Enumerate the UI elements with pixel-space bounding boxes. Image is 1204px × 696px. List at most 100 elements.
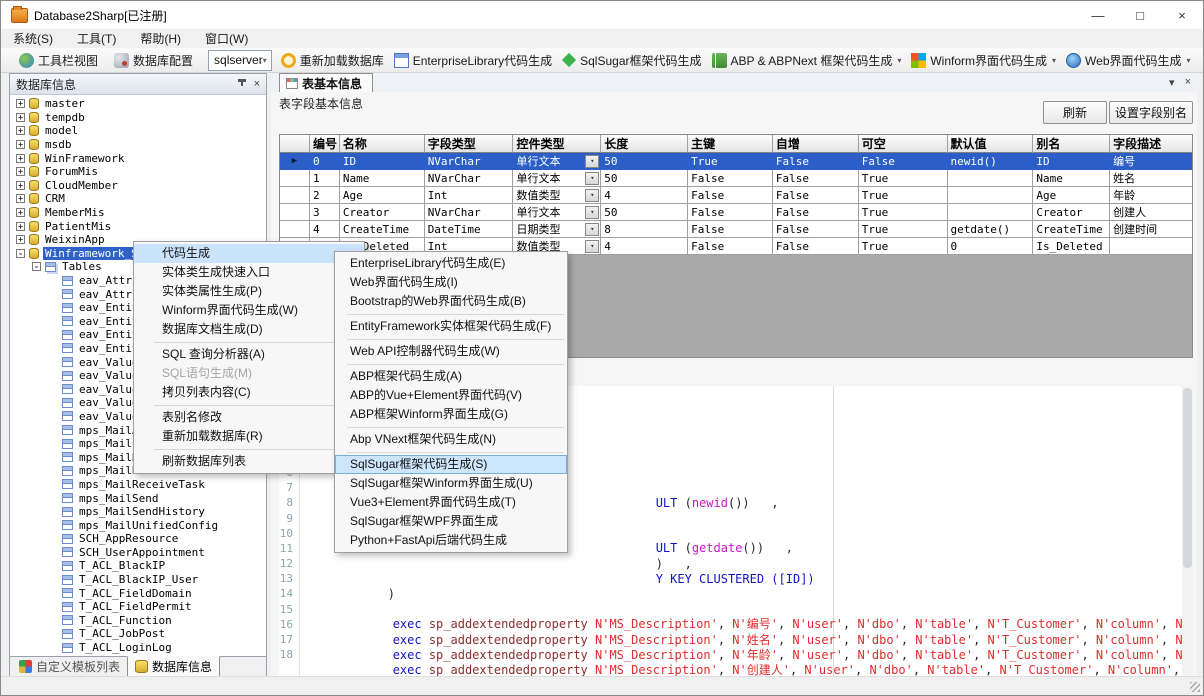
cell-control-type[interactable]: 单行文本 ▾	[513, 204, 601, 221]
menu-item[interactable]: 实体类属性生成(P)	[134, 282, 364, 301]
tree-item[interactable]: mps_MailSendHistory	[10, 505, 266, 519]
menu-item[interactable]: 拷贝列表内容(C)	[134, 383, 364, 402]
cell-field-type[interactable]: NVarChar	[425, 170, 514, 187]
cell-description[interactable]: 创建人	[1110, 204, 1192, 221]
tree-item[interactable]: + CloudMember	[10, 179, 266, 193]
tree-expander[interactable]: +	[16, 154, 25, 163]
menu-item[interactable]: 代码生成 ▸	[134, 244, 364, 263]
menu-bar-item[interactable]: 系统(S)	[1, 29, 65, 48]
submenu-item[interactable]: ABP框架代码生成(A)	[335, 367, 567, 386]
tree-item[interactable]: T_ACL_BlackIP_User	[10, 573, 266, 587]
panel-close-icon[interactable]: ×	[254, 78, 260, 90]
cell-alias[interactable]: Is_Deleted	[1033, 238, 1110, 255]
cell-alias[interactable]: Creator	[1033, 204, 1110, 221]
grid-header-cell[interactable]: 主键	[688, 135, 773, 153]
table-row[interactable]: 3 Creator NVarChar 单行文本 ▾ 50 False False…	[280, 204, 1192, 221]
row-selector-cell[interactable]	[280, 187, 310, 204]
cell-name[interactable]: Creator	[340, 204, 425, 221]
toolbar-button[interactable]: 数据库配置	[109, 49, 198, 71]
grid-header-cell[interactable]: 默认值	[948, 135, 1034, 153]
submenu-item[interactable]: Bootstrap的Web界面代码生成(B)	[335, 292, 567, 311]
tree-item[interactable]: + msdb	[10, 138, 266, 152]
cell-field-type[interactable]: NVarChar	[425, 204, 514, 221]
tab-list-chevron-icon[interactable]: ▾	[1169, 76, 1175, 89]
tree-expander[interactable]: +	[16, 208, 25, 217]
toolbar-button[interactable]: SqlSugar框架代码生成	[557, 49, 706, 71]
submenu-item[interactable]: Python+FastApi后端代码生成	[335, 531, 567, 550]
cell-alias[interactable]: CreateTime	[1033, 221, 1110, 238]
tree-item[interactable]: mps_MailReceiveTask	[10, 478, 266, 492]
submenu-item[interactable]: EnterpriseLibrary代码生成(E)	[335, 254, 567, 273]
grid-header-cell[interactable]: 可空	[859, 135, 948, 153]
row-selector-cell[interactable]	[280, 221, 310, 238]
submenu-item[interactable]: Vue3+Element界面代码生成(T)	[335, 493, 567, 512]
cell-primary-key[interactable]: True	[688, 153, 773, 170]
cell-alias[interactable]: Name	[1033, 170, 1110, 187]
submenu-item[interactable]: SqlSugar框架WPF界面生成	[335, 512, 567, 531]
cell-field-type[interactable]: NVarChar	[425, 153, 514, 170]
cell-default-value[interactable]: 0	[948, 238, 1034, 255]
cell-length[interactable]: 50	[601, 204, 688, 221]
toolbar-button[interactable]: EnterpriseLibrary代码生成	[389, 49, 557, 71]
menu-item[interactable]: 表别名修改	[134, 408, 364, 427]
cell-number[interactable]: 2	[310, 187, 340, 204]
toolbar-button[interactable]: Winform界面代码生成 ▾	[906, 49, 1061, 71]
cell-length[interactable]: 8	[601, 221, 688, 238]
grid-header-cell[interactable]: 长度	[601, 135, 688, 153]
tree-item[interactable]: + PatientMis	[10, 219, 266, 233]
cell-nullable[interactable]: True	[859, 221, 948, 238]
grid-header-cell[interactable]: 字段类型	[425, 135, 514, 153]
submenu-item[interactable]: ABP的Vue+Element界面代码(V)	[335, 386, 567, 405]
cell-default-value[interactable]	[948, 204, 1034, 221]
tree-item[interactable]: SCH_UserAppointment	[10, 546, 266, 560]
menu-item[interactable]: 实体类生成快速入口 ▸	[134, 263, 364, 282]
tree-item[interactable]: T_ACL_Function	[10, 614, 266, 628]
menu-item[interactable]: 数据库文档生成(D)	[134, 320, 364, 339]
toolbar-button[interactable]: Web界面代码生成 ▾	[1061, 49, 1195, 71]
cell-number[interactable]: 4	[310, 221, 340, 238]
cell-length[interactable]: 50	[601, 170, 688, 187]
dropdown-button[interactable]: ▾	[585, 172, 599, 185]
tree-item[interactable]: T_ACL_JobPost	[10, 627, 266, 641]
document-close-icon[interactable]: ×	[1185, 76, 1191, 89]
menu-item[interactable]: SQL 查询分析器(A)	[134, 345, 364, 364]
resize-grip[interactable]	[1190, 682, 1200, 692]
dropdown-button[interactable]: ▾	[585, 189, 599, 202]
panel-tab[interactable]: 数据库信息	[127, 656, 220, 677]
tree-expander[interactable]: +	[16, 235, 25, 244]
cell-alias[interactable]: ID	[1033, 153, 1110, 170]
grid-header-cell[interactable]: 名称	[340, 135, 425, 153]
cell-alias[interactable]: Age	[1033, 187, 1110, 204]
tree-expander[interactable]: +	[16, 126, 25, 135]
grid-header-cell[interactable]	[280, 135, 310, 153]
menu-bar-item[interactable]: 帮助(H)	[128, 29, 193, 48]
tree-expander[interactable]: +	[16, 194, 25, 203]
menu-bar-item[interactable]: 窗口(W)	[193, 29, 260, 48]
tree-item[interactable]: + master	[10, 97, 266, 111]
tree-item[interactable]: T_ACL_BlackIP	[10, 559, 266, 573]
tree-expander[interactable]: +	[16, 113, 25, 122]
cell-number[interactable]: 0	[310, 153, 340, 170]
cell-control-type[interactable]: 数值类型 ▾	[513, 187, 601, 204]
cell-length[interactable]: 4	[601, 187, 688, 204]
cell-auto-increment[interactable]: False	[773, 204, 859, 221]
cell-primary-key[interactable]: False	[688, 204, 773, 221]
cell-auto-increment[interactable]: False	[773, 187, 859, 204]
cell-field-type[interactable]: DateTime	[425, 221, 514, 238]
submenu-item[interactable]: SqlSugar框架代码生成(S)	[335, 455, 567, 474]
cell-auto-increment[interactable]: False	[773, 238, 859, 255]
cell-length[interactable]: 4	[601, 238, 688, 255]
tree-item[interactable]: T_ACL_FieldDomain	[10, 586, 266, 600]
cell-auto-increment[interactable]: False	[773, 153, 859, 170]
cell-default-value[interactable]	[948, 170, 1034, 187]
tree-expander[interactable]: -	[16, 249, 25, 258]
menu-item[interactable]: Winform界面代码生成(W)	[134, 301, 364, 320]
scrollbar-thumb[interactable]	[1183, 388, 1192, 568]
tree-expander[interactable]: +	[16, 181, 25, 190]
cell-default-value[interactable]: getdate()	[948, 221, 1034, 238]
db-type-select[interactable]: sqlserver ▾	[208, 50, 272, 71]
cell-nullable[interactable]: True	[859, 204, 948, 221]
cell-control-type[interactable]: 日期类型 ▾	[513, 221, 601, 238]
tree-item[interactable]: + ForumMis	[10, 165, 266, 179]
table-row[interactable]: 1 Name NVarChar 单行文本 ▾ 50 False False Tr…	[280, 170, 1192, 187]
